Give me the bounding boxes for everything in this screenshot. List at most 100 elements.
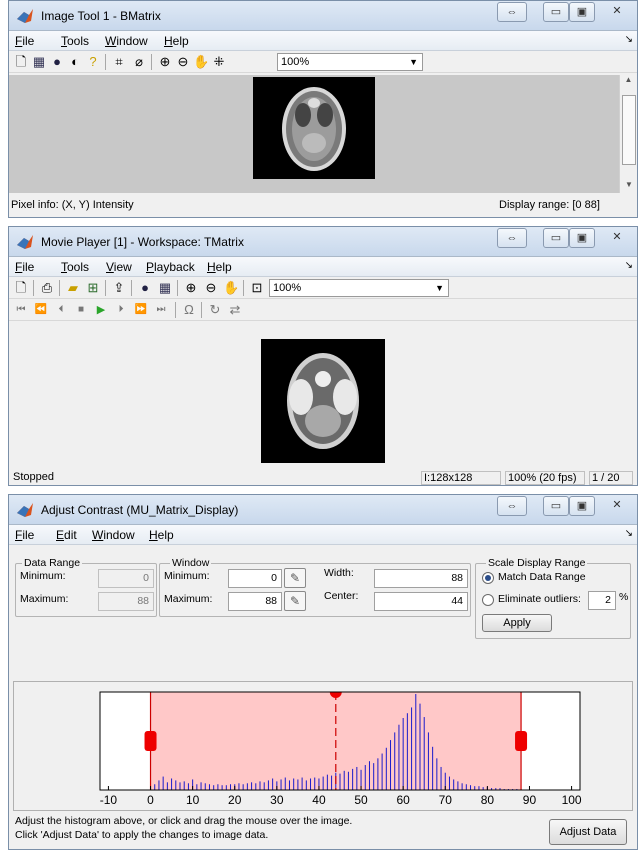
separator [177,280,178,296]
close-button[interactable]: ✕ [599,496,635,516]
contrast-icon[interactable]: ◐ [67,54,83,70]
matlab-icon [17,9,33,23]
window-title: Movie Player [1] - Workspace: TMatrix [41,235,244,249]
toolbar: 🗋 ⎙ ▰ ⊞ ⇪ ● ▦ ⊕ ⊖ ✋ ⊡ 100% ▼ [9,277,637,299]
menu-help[interactable]: Help [164,34,189,48]
pan-hand-icon[interactable]: ✋ [193,54,209,70]
close-button[interactable]: ✕ [599,228,635,248]
open-folder-icon[interactable]: ▰ [65,280,81,296]
center-field[interactable]: 44 [374,592,468,611]
pixel-region-icon[interactable]: ⁜ [211,54,227,70]
export-icon[interactable]: ⇪ [111,280,127,296]
dock-arrow-icon[interactable]: ↘ [625,34,633,45]
fit-to-window-icon[interactable]: ⊡ [249,280,265,296]
menu-file[interactable]: File [15,528,34,542]
menu-window[interactable]: Window [105,34,148,48]
info-icon[interactable]: ● [49,54,65,70]
close-button[interactable]: ✕ [599,2,635,22]
eyedropper-max-icon[interactable]: ✎ [284,591,306,611]
dock-arrow-icon[interactable]: ↘ [625,528,633,539]
window-min-field[interactable]: 0 [228,569,282,588]
menu-file[interactable]: File [15,260,34,274]
menu-help[interactable]: Help [207,260,232,274]
minimize-button[interactable]: ▭ [543,228,569,248]
maximize-button[interactable]: ▣ [569,496,595,516]
window-max-field[interactable]: 88 [228,592,282,611]
menu-help[interactable]: Help [149,528,174,542]
movie-panel[interactable] [9,321,637,463]
crop-icon[interactable]: ⌗ [111,54,127,70]
connect-icon[interactable]: ⊞ [85,280,101,296]
zoom-select[interactable]: 100% ▼ [277,53,423,71]
dock-button[interactable]: ⇔ [497,228,527,248]
scroll-up-icon[interactable]: ▲ [620,75,637,84]
minimize-button[interactable]: ▭ [543,2,569,22]
step-forward-icon[interactable]: ⏵ [113,302,129,318]
copy-image-icon[interactable]: ▦ [157,280,173,296]
loop-icon[interactable]: Ω [181,302,197,318]
scroll-thumb[interactable] [622,95,636,165]
vertical-scrollbar[interactable]: ▲ ▼ [619,75,637,193]
rewind-icon[interactable]: ⏪ [33,302,49,318]
go-last-icon[interactable]: ⏭ [153,302,169,318]
image-panel[interactable] [9,75,619,193]
new-figure-icon[interactable]: 🗋 [13,54,29,70]
mri-frame[interactable] [261,339,385,463]
x-tick-label: 60 [396,793,410,807]
repeat-icon[interactable]: ↻ [207,302,223,318]
title-bar[interactable]: Movie Player [1] - Workspace: TMatrix ⇔ … [9,227,637,257]
menu-file[interactable]: File [15,34,34,48]
swap-direction-icon[interactable]: ⇄ [227,302,243,318]
window-min-handle[interactable] [144,731,157,751]
menu-window[interactable]: Window [92,528,135,542]
go-first-icon[interactable]: ⏮ [13,302,29,318]
match-data-range-label[interactable]: Match Data Range [498,571,586,583]
step-back-icon[interactable]: ⏴ [53,302,69,318]
window-max-handle[interactable] [515,731,528,751]
menu-playback[interactable]: Playback [146,260,195,274]
minimize-button[interactable]: ▭ [543,496,569,516]
zoom-out-icon[interactable]: ⊖ [175,54,191,70]
dock-button[interactable]: ⇔ [497,2,527,22]
outliers-percent-field[interactable]: 2 [588,591,616,610]
eliminate-outliers-label[interactable]: Eliminate outliers: [498,593,581,605]
apply-button[interactable]: Apply [482,614,552,632]
title-bar[interactable]: Image Tool 1 - BMatrix ⇔ ▭ ▣ ✕ [9,1,637,31]
match-data-range-radio[interactable] [482,572,494,584]
title-bar[interactable]: Adjust Contrast (MU_Matrix_Display) ⇔ ▭ … [9,495,637,525]
play-icon[interactable]: ▶ [93,302,109,318]
eliminate-outliers-radio[interactable] [482,594,494,606]
zoom-out-icon[interactable]: ⊖ [203,280,219,296]
print-icon[interactable]: ⎙ [39,280,55,296]
data-min-label: Minimum: [20,570,66,582]
help-icon[interactable]: ? [85,54,101,70]
pan-hand-icon[interactable]: ✋ [223,280,239,296]
width-field[interactable]: 88 [374,569,468,588]
info-icon[interactable]: ● [137,280,153,296]
menu-edit[interactable]: Edit [56,528,77,542]
fast-forward-icon[interactable]: ⏩ [133,302,149,318]
dock-button[interactable]: ⇔ [497,496,527,516]
new-figure-icon[interactable]: 🗋 [13,280,29,296]
center-label: Center: [324,590,359,602]
data-range-legend: Data Range [22,557,83,569]
dock-arrow-icon[interactable]: ↘ [625,260,633,271]
toolbar: 🗋 ▦ ● ◐ ? ⌗ ⌀ ⊕ ⊖ ✋ ⁜ 100% ▼ [9,51,637,73]
maximize-button[interactable]: ▣ [569,2,595,22]
menu-tools[interactable]: Tools [61,260,89,274]
data-max-field: 88 [98,592,154,611]
menu-view[interactable]: View [106,260,132,274]
histogram-chart[interactable]: -10 0 10 20 30 40 50 60 70 80 90 100 [14,682,632,810]
stop-icon[interactable]: ■ [73,302,89,318]
maximize-button[interactable]: ▣ [569,228,595,248]
mri-image[interactable] [253,77,375,179]
eyedropper-min-icon[interactable]: ✎ [284,568,306,588]
zoom-in-icon[interactable]: ⊕ [183,280,199,296]
adjust-data-button[interactable]: Adjust Data [549,819,627,845]
measure-icon[interactable]: ⌀ [131,54,147,70]
copy-image-icon[interactable]: ▦ [31,54,47,70]
menu-tools[interactable]: Tools [61,34,89,48]
scroll-down-icon[interactable]: ▼ [620,180,637,189]
zoom-in-icon[interactable]: ⊕ [157,54,173,70]
zoom-select[interactable]: 100% ▼ [269,279,449,297]
